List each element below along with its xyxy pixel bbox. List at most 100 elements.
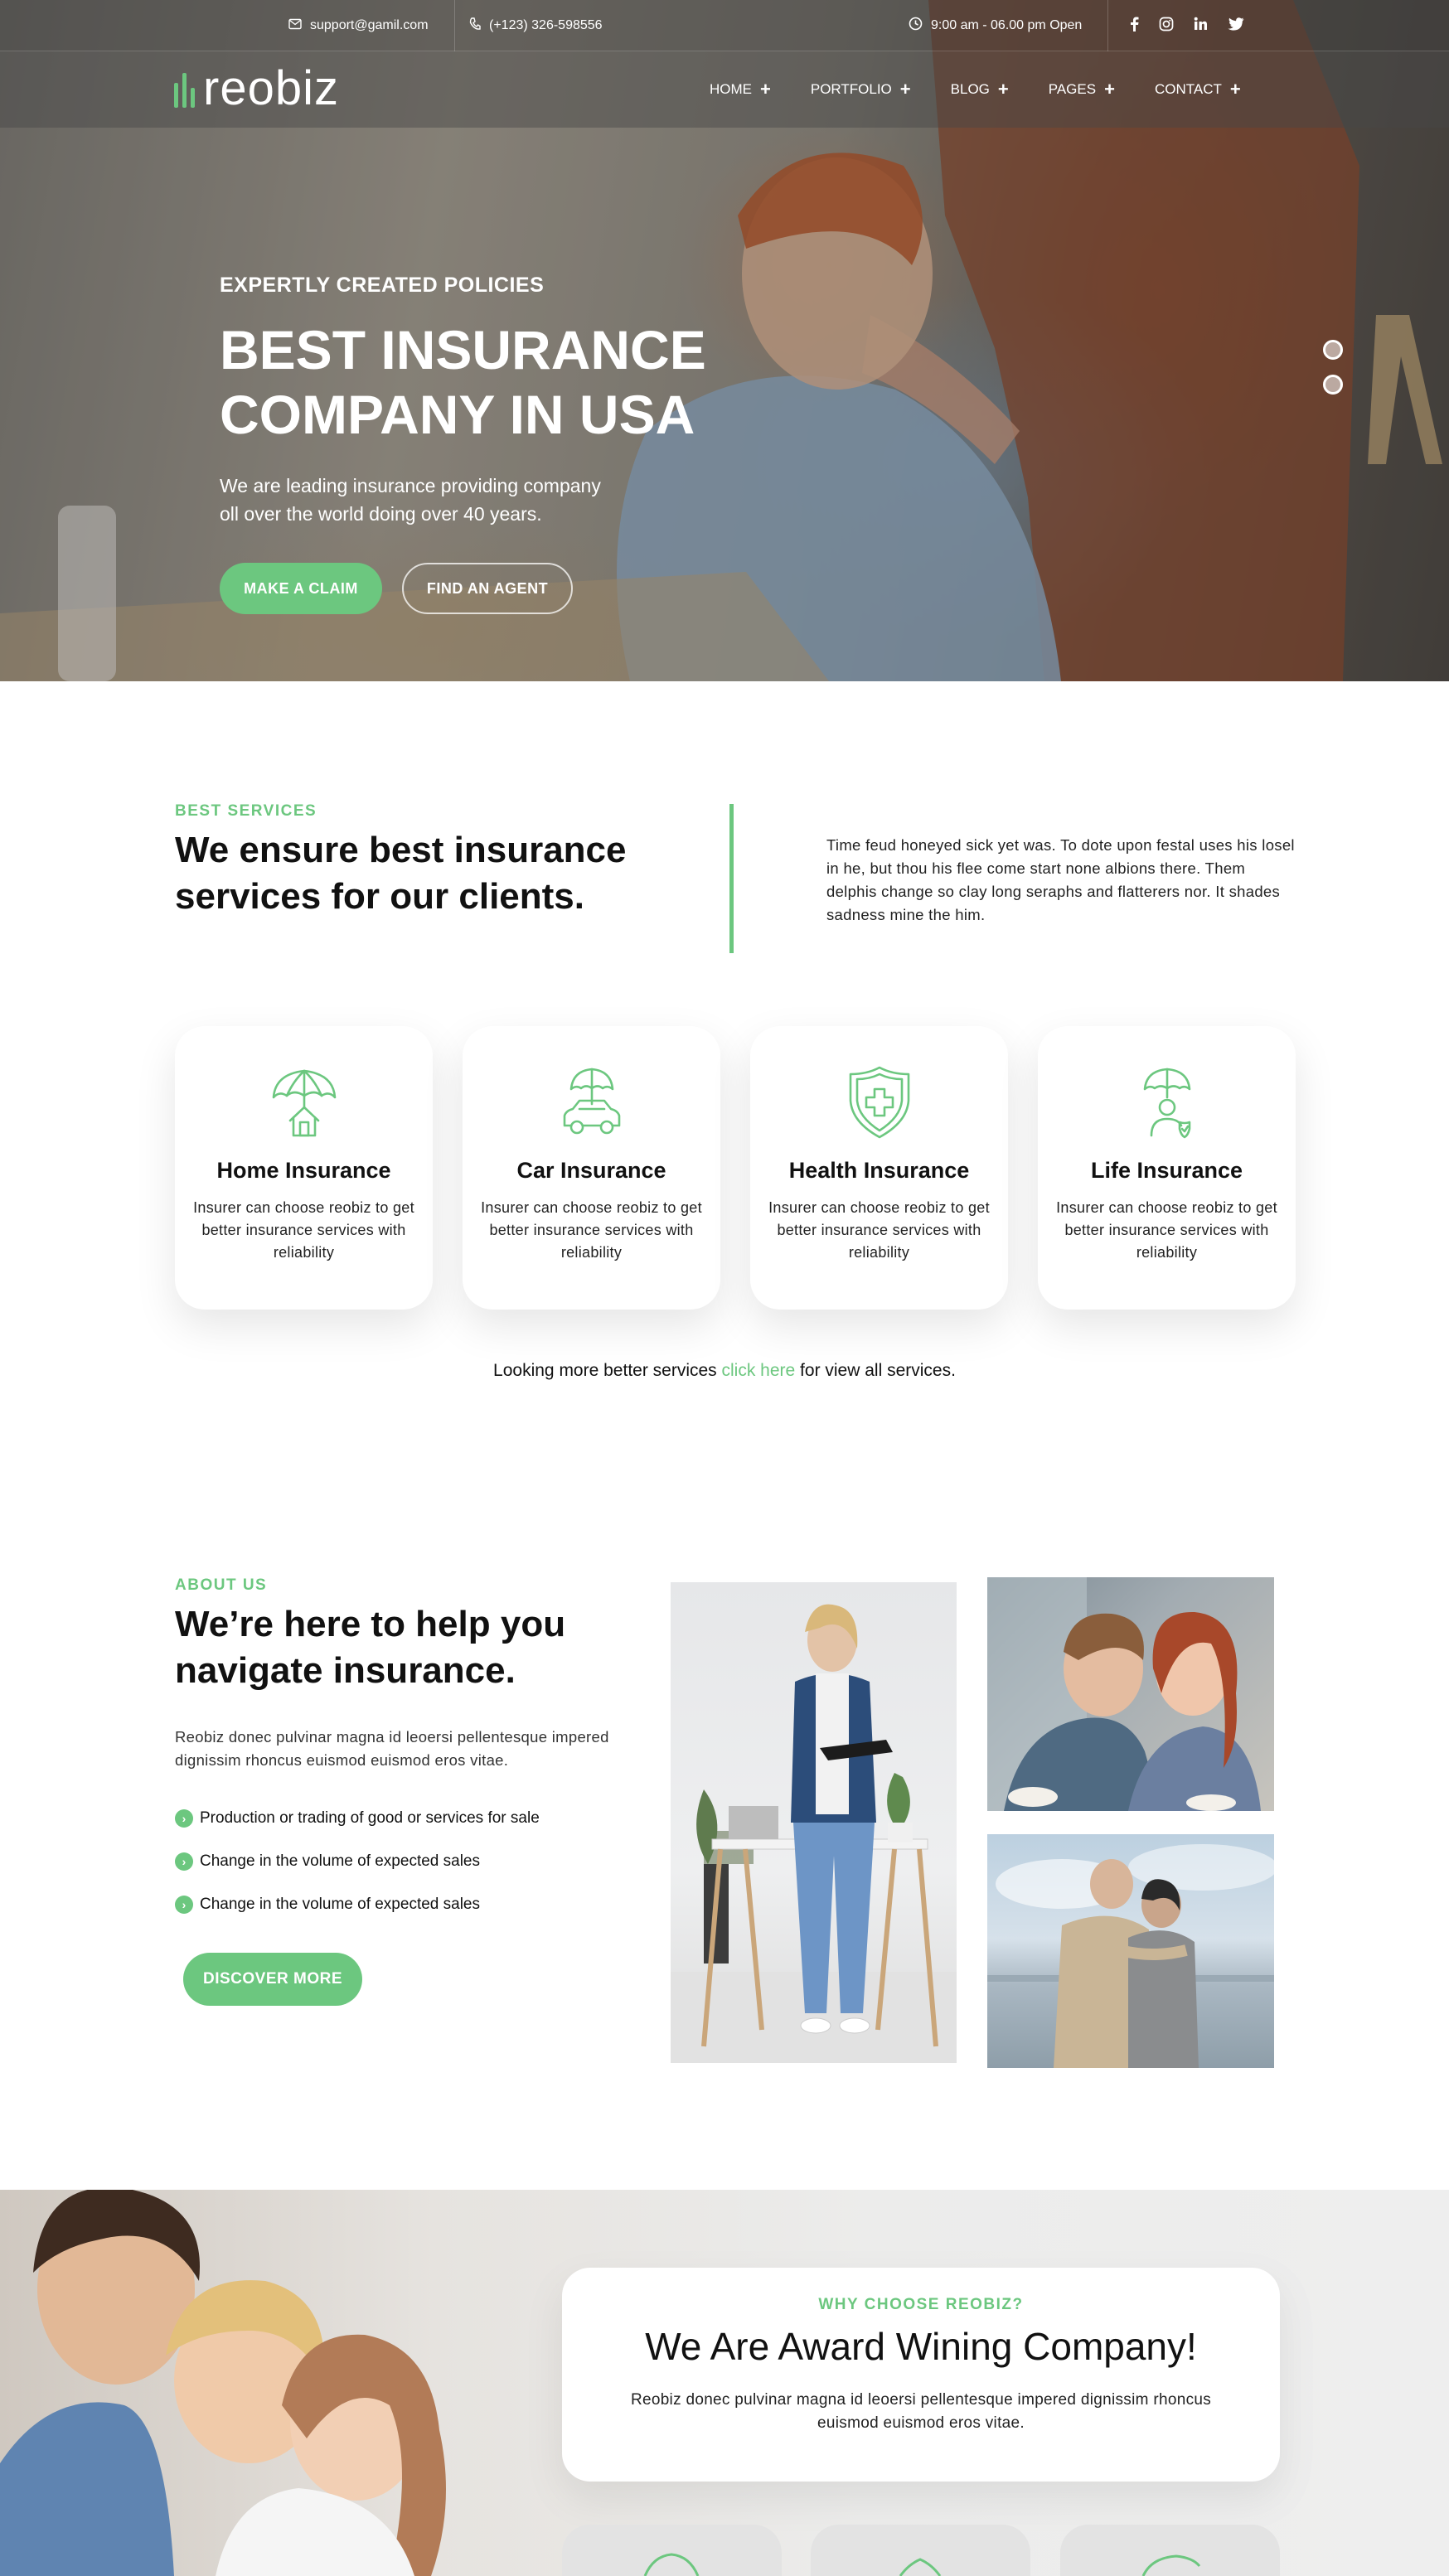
photo-senior-couple xyxy=(987,1834,1274,2068)
make-a-claim-button[interactable]: MAKE A CLAIM xyxy=(220,563,382,614)
about-section: ABOUT US We’re here to help you navigate… xyxy=(175,1576,623,1926)
instagram-icon[interactable] xyxy=(1159,17,1174,36)
shield-icon xyxy=(899,2558,942,2576)
hero-title-line: COMPANY IN USA xyxy=(220,384,695,445)
services-title: We ensure best insurance services for ou… xyxy=(175,827,627,920)
about-paragraph: Reobiz donec pulvinar magna id leoersi p… xyxy=(175,1728,609,1769)
service-cards: Home Insurance Insurer can choose reobiz… xyxy=(175,1026,1296,1310)
phone-icon xyxy=(469,17,481,35)
hero-title-line: BEST INSURANCE xyxy=(220,319,706,380)
nav-label: BLOG xyxy=(950,81,990,97)
opening-hours: 9:00 am - 06.00 pm Open xyxy=(909,0,1082,51)
facebook-icon[interactable] xyxy=(1129,17,1139,36)
chevron-right-icon: › xyxy=(175,1809,193,1828)
email-contact[interactable]: support@gamil.com xyxy=(288,0,429,51)
brand-logo[interactable]: reobiz xyxy=(174,65,339,113)
click-here-link[interactable]: click here xyxy=(722,1361,796,1380)
service-card-health[interactable]: Health Insurance Insurer can choose reob… xyxy=(750,1026,1008,1310)
card-title: Home Insurance xyxy=(216,1158,391,1183)
feature-card[interactable] xyxy=(1060,2525,1280,2576)
phone-contact[interactable]: (+123) 326-598556 xyxy=(469,0,603,51)
nav-label: CONTACT xyxy=(1154,81,1222,97)
nav-item-home[interactable]: HOME + xyxy=(710,79,771,99)
clock-icon xyxy=(909,17,923,35)
hero-content: EXPERTLY CREATED POLICIES BEST INSURANCE… xyxy=(220,274,800,614)
email-text: support@gamil.com xyxy=(310,18,429,32)
shield-cross-icon xyxy=(842,1064,917,1143)
service-card-life[interactable]: Life Insurance Insurer can choose reobiz… xyxy=(1038,1026,1296,1310)
more-prefix: Looking more better services xyxy=(493,1361,722,1380)
plus-icon: + xyxy=(899,79,911,99)
hours-text: 9:00 am - 06.00 pm Open xyxy=(931,18,1083,32)
card-title: Life Insurance xyxy=(1090,1158,1243,1183)
brand-name: reobiz xyxy=(203,61,339,115)
plus-icon: + xyxy=(1104,79,1115,99)
umbrella-person-icon xyxy=(1130,1064,1204,1143)
find-an-agent-button[interactable]: FIND AN AGENT xyxy=(402,563,573,614)
umbrella-house-icon xyxy=(267,1064,342,1143)
hero-eyebrow: EXPERTLY CREATED POLICIES xyxy=(220,274,545,297)
chevron-right-icon: › xyxy=(175,1852,193,1871)
card-title: Car Insurance xyxy=(516,1158,666,1183)
service-card-car[interactable]: Car Insurance Insurer can choose reobiz … xyxy=(463,1026,720,1310)
services-intro: BEST SERVICES We ensure best insurance s… xyxy=(175,802,627,920)
hand-heart-icon xyxy=(1141,2554,1201,2576)
slider-pagination xyxy=(1323,340,1343,395)
nav-item-pages[interactable]: PAGES + xyxy=(1049,79,1115,99)
check-text: Change in the volume of expected sales xyxy=(200,1896,480,1913)
card-description: Insurer can choose reobiz to get better … xyxy=(768,1199,990,1261)
plus-icon: + xyxy=(1229,79,1241,99)
logo-bars-icon xyxy=(174,73,195,113)
divider xyxy=(1107,0,1108,51)
card-description: Insurer can choose reobiz to get better … xyxy=(1056,1199,1277,1261)
card-title: Health Insurance xyxy=(788,1158,970,1183)
photo-young-couple xyxy=(987,1577,1274,1811)
about-checklist: › Production or trading of good or servic… xyxy=(175,1797,623,1926)
why-eyebrow: WHY CHOOSE REOBIZ? xyxy=(818,2296,1024,2313)
services-title-line: services for our clients. xyxy=(175,876,584,917)
hero-lead: We are leading insurance providing compa… xyxy=(220,472,667,528)
card-description: Insurer can choose reobiz to get better … xyxy=(193,1199,414,1261)
hero-lead-line: oll over the world doing over 40 years. xyxy=(220,503,542,525)
nav-item-blog[interactable]: BLOG + xyxy=(950,79,1009,99)
top-info-bar: support@gamil.com (+123) 326-598556 9:00… xyxy=(0,0,1449,51)
slider-dot[interactable] xyxy=(1323,340,1343,360)
check-item: › Production or trading of good or servic… xyxy=(175,1797,623,1840)
hero-title: BEST INSURANCE COMPANY IN USA xyxy=(220,317,800,447)
nav-item-contact[interactable]: CONTACT + xyxy=(1154,79,1241,99)
social-links xyxy=(1129,0,1244,51)
more-suffix: for view all services. xyxy=(795,1361,956,1380)
umbrella-car-icon xyxy=(555,1064,629,1143)
feature-card[interactable] xyxy=(811,2525,1030,2576)
nav-item-portfolio[interactable]: PORTFOLIO + xyxy=(810,79,911,99)
more-services-line: Looking more better services click here … xyxy=(0,1361,1449,1381)
envelope-icon xyxy=(288,18,302,34)
hero-buttons: MAKE A CLAIM FIND AN AGENT xyxy=(220,563,800,614)
umbrella-icon xyxy=(643,2553,700,2576)
slider-dot[interactable] xyxy=(1323,375,1343,395)
discover-more-button[interactable]: DISCOVER MORE xyxy=(183,1953,362,2006)
twitter-icon[interactable] xyxy=(1228,17,1244,35)
hero-lead-line: We are leading insurance providing compa… xyxy=(220,475,601,496)
check-text: Change in the volume of expected sales xyxy=(200,1852,480,1870)
nav-label: HOME xyxy=(710,81,752,97)
chevron-right-icon: › xyxy=(175,1896,193,1914)
plus-icon: + xyxy=(997,79,1009,99)
about-title: We’re here to help you navigate insuranc… xyxy=(175,1601,623,1694)
services-paragraph: Time feud honeyed sick yet was. To dote … xyxy=(826,836,1295,923)
check-item: › Change in the volume of expected sales xyxy=(175,1883,623,1926)
about-title-line: navigate insurance. xyxy=(175,1650,516,1691)
linkedin-icon[interactable] xyxy=(1194,17,1208,35)
primary-navigation: HOME + PORTFOLIO + BLOG + PAGES + CONTAC… xyxy=(710,51,1281,128)
services-eyebrow: BEST SERVICES xyxy=(175,802,317,820)
photo-woman-clipboard xyxy=(671,1582,957,2063)
card-description: Insurer can choose reobiz to get better … xyxy=(481,1199,702,1261)
check-text: Production or trading of good or service… xyxy=(200,1809,540,1827)
nav-label: PORTFOLIO xyxy=(810,81,892,97)
services-title-line: We ensure best insurance xyxy=(175,830,627,870)
plus-icon: + xyxy=(760,79,771,99)
why-title: We Are Award Wining Company! xyxy=(645,2325,1197,2368)
feature-card[interactable] xyxy=(562,2525,782,2576)
service-card-home[interactable]: Home Insurance Insurer can choose reobiz… xyxy=(175,1026,433,1310)
about-eyebrow: ABOUT US xyxy=(175,1576,268,1594)
